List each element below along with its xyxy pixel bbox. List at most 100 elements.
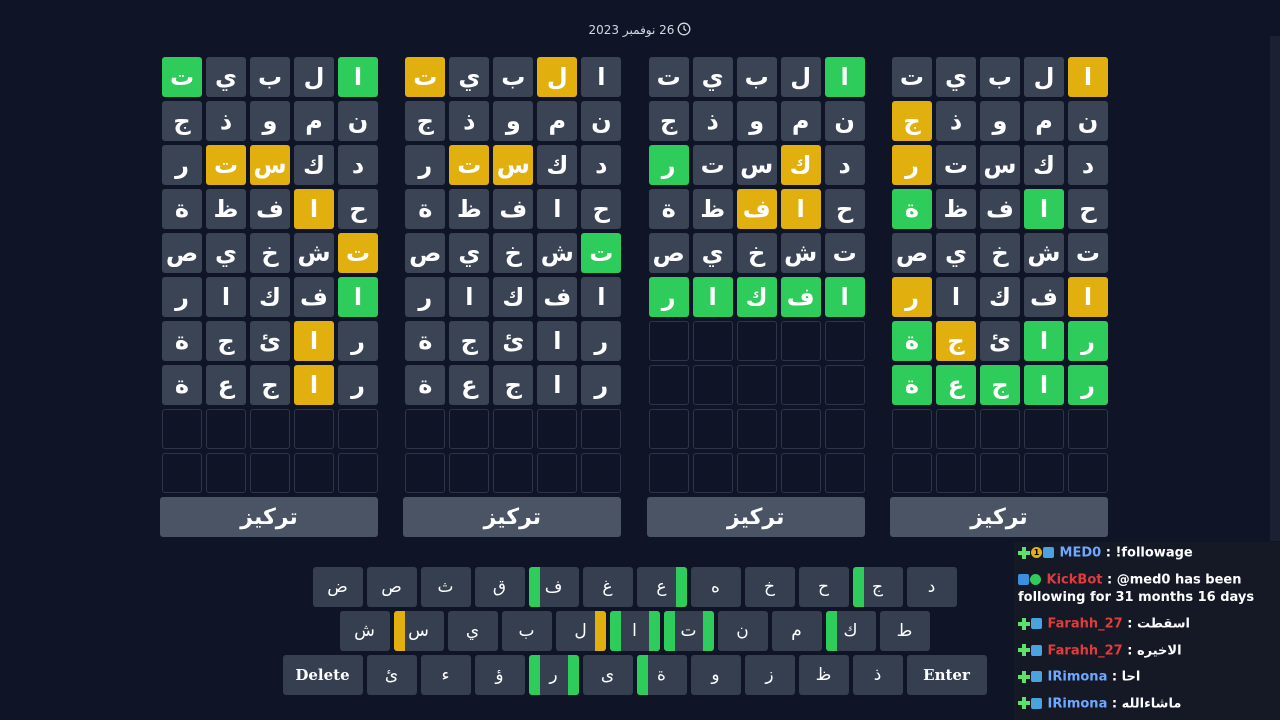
- board-status-marker: [919, 611, 930, 651]
- guess-row: [647, 409, 865, 449]
- letter-tile: ت: [162, 57, 202, 97]
- guess-row: افكار: [647, 277, 865, 317]
- letter-key[interactable]: ث: [420, 567, 471, 607]
- board-status-marker: [448, 611, 459, 651]
- letter-tile: ة: [162, 365, 202, 405]
- letter-key[interactable]: ء: [420, 655, 471, 695]
- letter-tile: [692, 409, 733, 449]
- letter-key[interactable]: ت: [663, 611, 714, 651]
- letter-tile: [294, 409, 334, 449]
- letter-tile: ج: [493, 365, 534, 405]
- letter-tile: ا: [206, 277, 246, 317]
- letter-tile: [824, 453, 865, 493]
- chat-username[interactable]: Farahh_27: [1048, 617, 1123, 632]
- plus-badge-icon: [1018, 697, 1030, 709]
- letter-tile: [581, 453, 622, 493]
- letter-tile: [979, 409, 1020, 449]
- letter-key[interactable]: ص: [366, 567, 417, 607]
- letter-key[interactable]: ب: [501, 611, 552, 651]
- letter-tile: ف: [1023, 277, 1064, 317]
- board-status-marker: [352, 655, 363, 695]
- letter-key[interactable]: ل: [555, 611, 606, 651]
- chat-username[interactable]: IRimona: [1048, 670, 1108, 685]
- chat-separator: :: [1122, 616, 1137, 632]
- board-status-marker: [853, 655, 864, 695]
- gg-badge-icon: [1031, 644, 1042, 656]
- board-status-marker: [568, 567, 579, 607]
- letter-key[interactable]: غ: [582, 567, 633, 607]
- board-status-marker: [421, 567, 432, 607]
- letter-key[interactable]: ج: [852, 567, 903, 607]
- letter-tile: ا: [294, 189, 334, 229]
- letter-key[interactable]: ا: [609, 611, 660, 651]
- letter-key[interactable]: ي: [447, 611, 498, 651]
- letter-key[interactable]: و: [690, 655, 741, 695]
- letter-key[interactable]: ح: [798, 567, 849, 607]
- clock-icon: [677, 22, 691, 39]
- letter-tile: ص: [648, 233, 689, 273]
- guess-row: البيت: [647, 57, 865, 97]
- guess-row: [890, 409, 1108, 449]
- guess-row: راجعة: [403, 365, 622, 405]
- board-status-marker: [865, 611, 876, 651]
- letter-key[interactable]: ى: [582, 655, 633, 695]
- letter-key[interactable]: ز: [744, 655, 795, 695]
- chat-text: ماشاءالله: [1121, 696, 1182, 711]
- chat-username[interactable]: MED0: [1060, 546, 1102, 561]
- focus-button[interactable]: تركيز: [160, 497, 378, 537]
- chat-username[interactable]: IRimona: [1048, 696, 1108, 711]
- keyboard-row: Enter ذ ظ ز و ة ى ر ؤ ء ئ Delete: [281, 655, 988, 695]
- letter-key[interactable]: ف: [528, 567, 579, 607]
- board-4: البيتنموذجدكسترحافظةتشخيصافكاررائجةراجعة…: [160, 57, 378, 539]
- focus-button[interactable]: تركيز: [646, 497, 865, 537]
- board-status-marker: [730, 655, 741, 695]
- board-status-marker: [892, 655, 903, 695]
- letter-key[interactable]: س: [393, 611, 444, 651]
- letter-key[interactable]: ئ: [366, 655, 417, 695]
- key-label: ق: [492, 577, 507, 597]
- letter-key[interactable]: ع: [636, 567, 687, 607]
- scrollbar[interactable]: [1270, 36, 1280, 541]
- letter-tile: ئ: [979, 321, 1020, 361]
- chat-username[interactable]: Farahh_27: [1048, 643, 1123, 658]
- chat-username[interactable]: KickBot: [1047, 572, 1103, 587]
- letter-key[interactable]: ر: [528, 655, 579, 695]
- guess-row: تشخيص: [890, 233, 1108, 273]
- focus-button[interactable]: تركيز: [889, 497, 1108, 537]
- key-label: س: [408, 621, 429, 641]
- letter-key[interactable]: م: [771, 611, 822, 651]
- letter-tile: ت: [824, 233, 865, 273]
- focus-button[interactable]: تركيز: [403, 497, 622, 537]
- letter-tile: ل: [294, 57, 334, 97]
- letter-tile: ش: [537, 233, 578, 273]
- letter-key[interactable]: د: [906, 567, 957, 607]
- letter-key[interactable]: ق: [474, 567, 525, 607]
- key-label: ة: [657, 665, 666, 685]
- letter-key[interactable]: ك: [825, 611, 876, 651]
- letter-key[interactable]: ه: [690, 567, 741, 607]
- letter-tile: [736, 321, 777, 361]
- letter-key[interactable]: ؤ: [474, 655, 525, 695]
- chat-message: IRimona : ماشاءالله: [1018, 695, 1276, 714]
- chat-text: احا: [1121, 669, 1141, 685]
- board-status-marker: [852, 567, 864, 607]
- letter-tile: [648, 365, 689, 405]
- chat-text: اسقطت: [1136, 616, 1191, 632]
- letter-key[interactable]: ذ: [852, 655, 903, 695]
- letter-key[interactable]: ش: [339, 611, 390, 651]
- enter-key[interactable]: Enter: [906, 655, 987, 695]
- letter-key[interactable]: ض: [312, 567, 363, 607]
- delete-key[interactable]: Delete: [282, 655, 363, 695]
- letter-tile: ا: [537, 189, 578, 229]
- letter-key[interactable]: خ: [744, 567, 795, 607]
- letter-key[interactable]: ن: [717, 611, 768, 651]
- letter-tile: ا: [581, 277, 622, 317]
- letter-key[interactable]: ظ: [798, 655, 849, 695]
- letter-tile: [692, 453, 733, 493]
- key-label: ض: [327, 577, 348, 597]
- letter-key[interactable]: ة: [636, 655, 687, 695]
- board-status-marker: [541, 611, 552, 651]
- letter-tile: [780, 453, 821, 493]
- guess-row: افكار: [160, 277, 378, 317]
- letter-key[interactable]: ط: [879, 611, 930, 651]
